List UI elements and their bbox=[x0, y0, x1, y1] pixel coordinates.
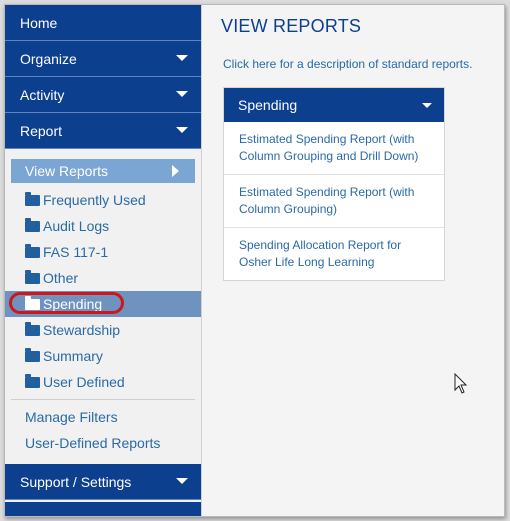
panel-header-spending[interactable]: Spending bbox=[224, 88, 444, 122]
folder-icon bbox=[25, 322, 40, 336]
main-content: VIEW REPORTS Click here for a descriptio… bbox=[202, 5, 504, 516]
nav-support-label: Support / Settings bbox=[20, 474, 132, 490]
nav-report-label: Report bbox=[20, 123, 63, 139]
view-reports-item[interactable]: View Reports bbox=[11, 159, 195, 183]
chevron-right-icon bbox=[172, 165, 179, 177]
folder-label: FAS 117-1 bbox=[43, 244, 109, 260]
folder-icon bbox=[25, 218, 40, 232]
folder-icon bbox=[25, 374, 40, 388]
folder-label: Frequently Used bbox=[43, 192, 146, 208]
view-reports-label: View Reports bbox=[25, 163, 109, 179]
report-link[interactable]: Estimated Spending Report (with Column G… bbox=[224, 122, 444, 174]
app-window: Home Organize Activity Report View Repor… bbox=[4, 4, 505, 517]
folder-icon bbox=[25, 348, 40, 362]
mouse-pointer-icon bbox=[454, 373, 468, 394]
chevron-down-icon bbox=[176, 55, 188, 61]
page-title: VIEW REPORTS bbox=[221, 16, 362, 36]
reports-panel: Spending Estimated Spending Report (with… bbox=[223, 87, 445, 281]
nav-activity[interactable]: Activity bbox=[5, 77, 201, 113]
panel-header-label: Spending bbox=[238, 97, 298, 113]
report-link[interactable]: Estimated Spending Report (with Column G… bbox=[224, 174, 444, 227]
folder-frequently-used[interactable]: Frequently Used bbox=[5, 187, 201, 213]
folder-stewardship[interactable]: Stewardship bbox=[5, 317, 201, 343]
folder-user-defined[interactable]: User Defined bbox=[5, 369, 201, 395]
nav-home-label: Home bbox=[20, 15, 58, 31]
manage-filters-link[interactable]: Manage Filters bbox=[5, 404, 201, 430]
folder-label: User Defined bbox=[43, 374, 125, 390]
folder-label: Summary bbox=[43, 348, 103, 364]
sidebar: Home Organize Activity Report View Repor… bbox=[5, 5, 202, 516]
chevron-down-icon bbox=[176, 478, 188, 484]
folder-open-icon bbox=[25, 296, 40, 310]
sidebar-divider bbox=[11, 399, 195, 400]
folder-icon bbox=[25, 192, 40, 206]
description-rest: for a description of standard reports. bbox=[276, 57, 473, 71]
nav-activity-label: Activity bbox=[20, 87, 65, 103]
chevron-down-icon bbox=[176, 127, 188, 133]
nav-support-settings[interactable]: Support / Settings bbox=[5, 464, 201, 500]
user-defined-reports-link[interactable]: User-Defined Reports bbox=[5, 430, 201, 456]
folder-audit-logs[interactable]: Audit Logs bbox=[5, 213, 201, 239]
folder-summary[interactable]: Summary bbox=[5, 343, 201, 369]
folder-icon bbox=[25, 270, 40, 284]
folder-spending[interactable]: Spending bbox=[5, 291, 201, 317]
click-here-link[interactable]: Click here bbox=[223, 57, 276, 71]
folder-label: Audit Logs bbox=[43, 218, 110, 234]
folder-label: Stewardship bbox=[43, 322, 121, 338]
chevron-down-icon bbox=[176, 91, 188, 97]
folder-icon bbox=[25, 244, 40, 258]
folder-other[interactable]: Other bbox=[5, 265, 201, 291]
description-text: Click here for a description of standard… bbox=[223, 57, 472, 71]
nav-organize[interactable]: Organize bbox=[5, 41, 201, 77]
nav-report[interactable]: Report bbox=[5, 113, 201, 149]
folder-label: Other bbox=[43, 270, 79, 286]
report-link[interactable]: Spending Allocation Report for Osher Lif… bbox=[224, 227, 444, 280]
nav-organize-label: Organize bbox=[20, 51, 77, 67]
nav-home[interactable]: Home bbox=[5, 5, 201, 41]
chevron-down-icon bbox=[422, 103, 432, 108]
sidebar-footer-bar bbox=[5, 502, 201, 516]
folder-fas-117-1[interactable]: FAS 117-1 bbox=[5, 239, 201, 265]
